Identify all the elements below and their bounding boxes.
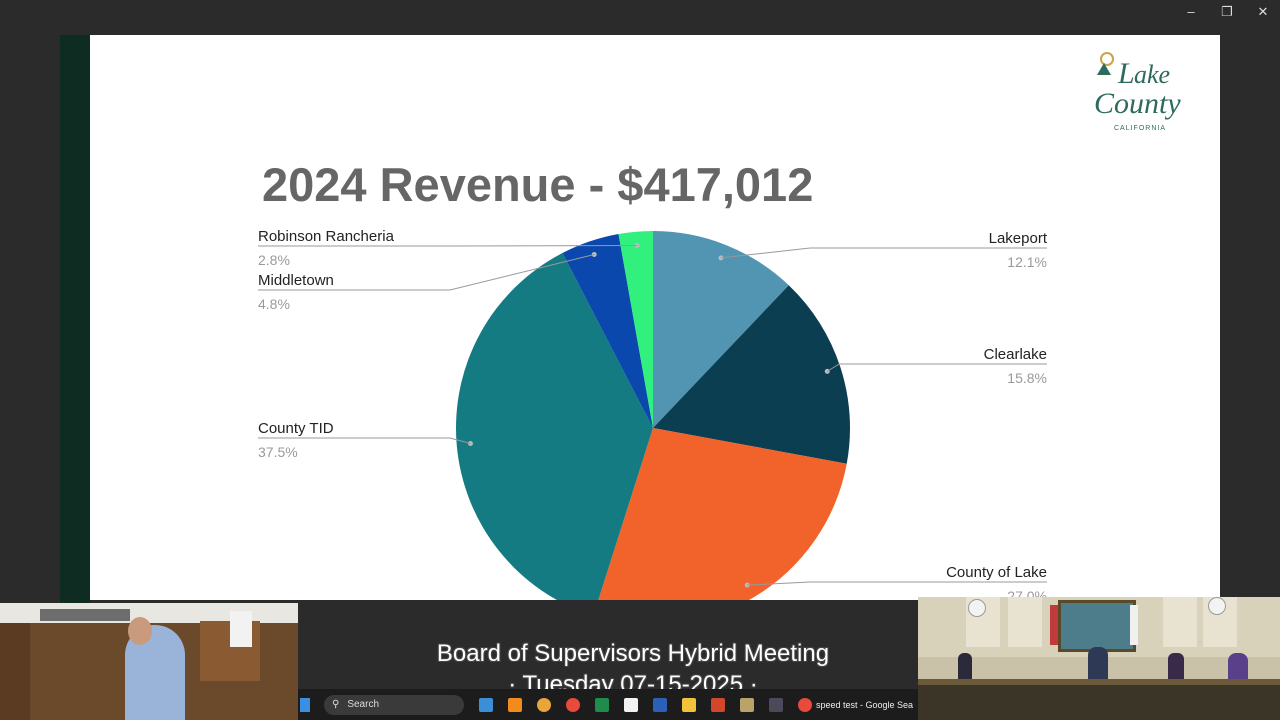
meeting-caption-title: Board of Supervisors Hybrid Meeting bbox=[436, 640, 830, 667]
callout-line-robinson-rancheria bbox=[258, 244, 637, 247]
search-icon: ⚲ bbox=[332, 699, 340, 710]
slice-label-robinson-rancheria: Robinson Rancheria bbox=[258, 228, 395, 245]
restore-icon[interactable]: ❐ bbox=[1220, 4, 1234, 20]
excel-icon[interactable] bbox=[595, 697, 609, 712]
file-explorer-icon[interactable] bbox=[682, 697, 696, 712]
media-app-icon[interactable] bbox=[537, 697, 551, 712]
start-button[interactable] bbox=[300, 697, 310, 712]
taskbar-search[interactable]: ⚲ Search bbox=[324, 694, 464, 715]
slice-pct-county-tid: 37.5% bbox=[258, 444, 298, 460]
app-icon[interactable] bbox=[740, 697, 754, 712]
search-placeholder: Search bbox=[347, 699, 380, 710]
slice-label-clearlake: Clearlake bbox=[984, 346, 1047, 363]
slice-label-county-of-lake: County of Lake bbox=[946, 564, 1047, 581]
slice-label-county-tid: County TID bbox=[258, 420, 334, 437]
slice-pct-lakeport: 12.1% bbox=[1007, 254, 1047, 270]
slice-pct-robinson-rancheria: 2.8% bbox=[258, 252, 290, 268]
vlc-icon[interactable] bbox=[508, 697, 522, 712]
word-icon[interactable] bbox=[653, 697, 667, 712]
slide-side-bar bbox=[60, 35, 90, 605]
minimize-icon[interactable]: – bbox=[1184, 4, 1198, 20]
ndi-icon[interactable] bbox=[769, 697, 783, 712]
callout-line-county-tid bbox=[258, 437, 471, 445]
slice-label-middletown: Middletown bbox=[258, 272, 334, 289]
window-controls: – ❐ ✕ bbox=[1184, 4, 1270, 20]
presentation-slide: 2024 Revenue - $417,012 L ake County CAL… bbox=[90, 35, 1220, 600]
task-view-icon[interactable] bbox=[479, 697, 493, 712]
callout-line-county-of-lake bbox=[747, 581, 1047, 586]
pie-chart: Lakeport 12.1% Clearlake 15.8% County of Lak… bbox=[258, 228, 1048, 600]
board-camera-feed bbox=[918, 597, 1280, 720]
slice-pct-middletown: 4.8% bbox=[258, 296, 290, 312]
speaker-camera-feed bbox=[0, 603, 298, 720]
chrome-window-icon[interactable] bbox=[798, 697, 812, 712]
taskbar: ⚲ Search speed test - Google Sea bbox=[298, 689, 918, 720]
slice-pct-clearlake: 15.8% bbox=[1007, 370, 1047, 386]
chrome-icon[interactable] bbox=[566, 697, 580, 712]
powerpoint-icon[interactable] bbox=[711, 697, 725, 712]
close-icon[interactable]: ✕ bbox=[1256, 4, 1270, 20]
chrome-window-title[interactable]: speed test - Google Sea bbox=[816, 700, 913, 710]
slice-label-lakeport: Lakeport bbox=[989, 230, 1048, 247]
callout-line-lakeport bbox=[720, 247, 1047, 259]
document-icon[interactable] bbox=[624, 697, 638, 712]
